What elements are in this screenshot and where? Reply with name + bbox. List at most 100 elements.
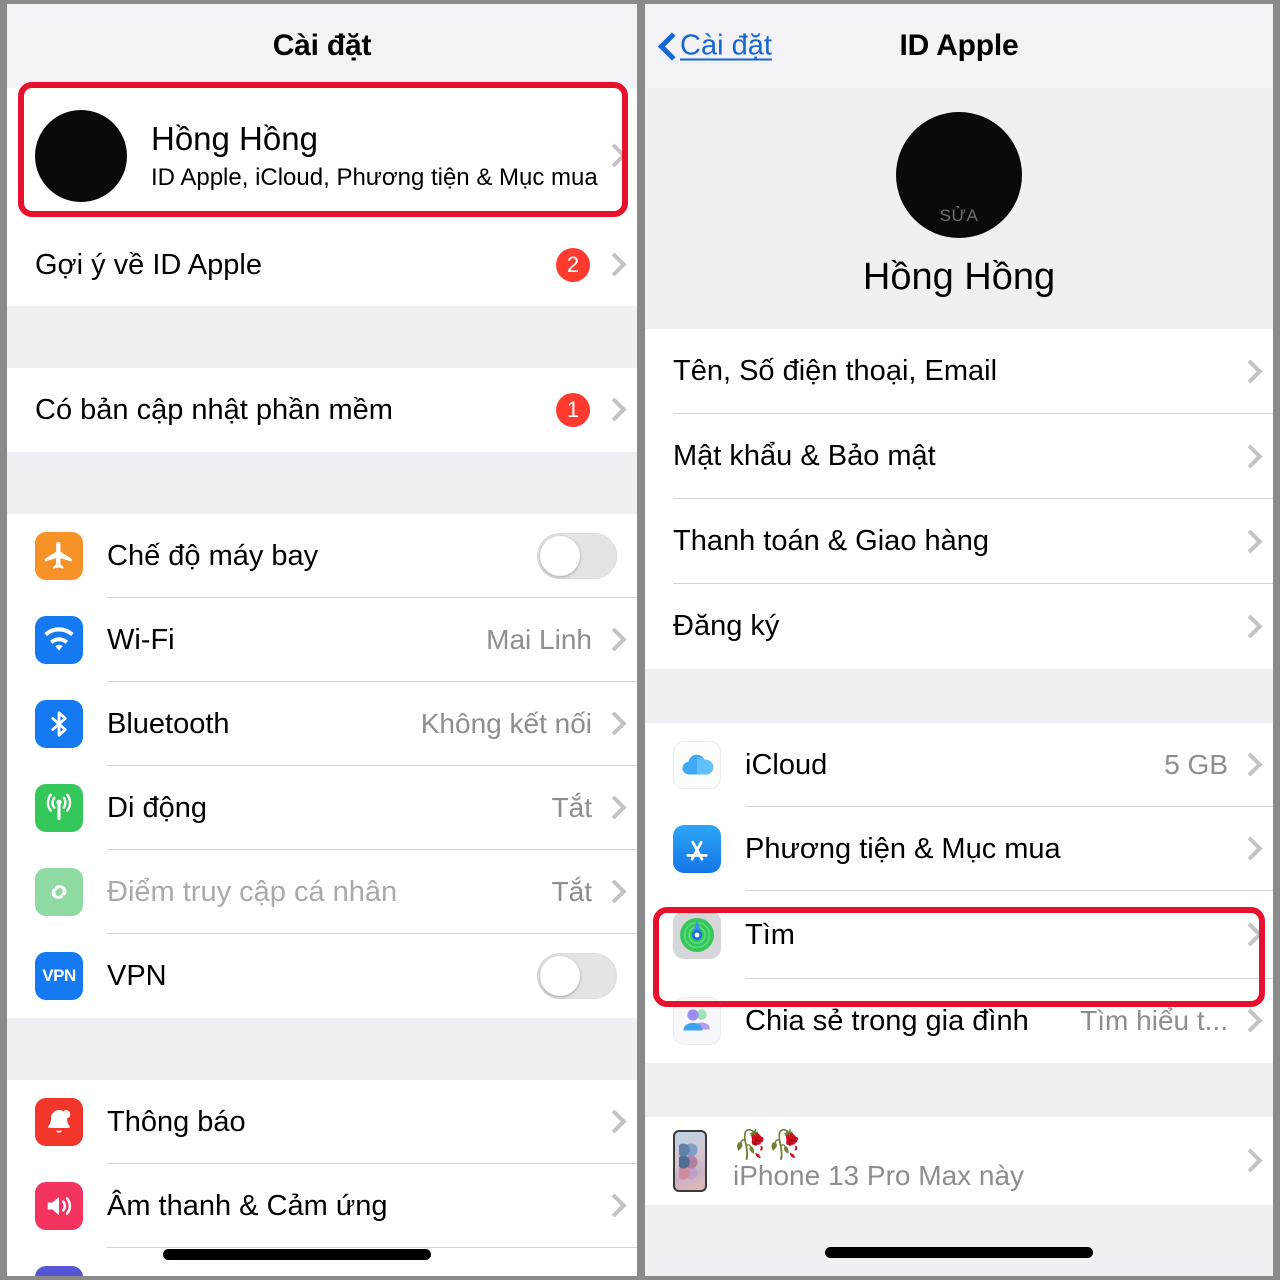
findmy-icon [673,911,721,959]
chevron-right-icon [1242,923,1255,947]
group-gap [645,1205,1273,1275]
row-label: Mật khẩu & Bảo mật [673,440,936,472]
apple-id-screen: Cài đặt ID Apple SỬA Hồng Hồng Tên, Số đ… [645,0,1280,1280]
account-text: Hồng Hồng ID Apple, iCloud, Phương tiện … [151,120,604,192]
sidebar-item-family-sharing[interactable]: Chia sẻ trong gia đình Tìm hiểu t... [645,979,1273,1063]
sidebar-item-notifications[interactable]: Thông báo [7,1080,637,1164]
row-value: Mai Linh [486,624,592,655]
row-label: VPN [107,959,167,992]
row-label: Âm thanh & Cảm ứng [107,1189,388,1222]
icloud-icon [673,741,721,789]
devices-group: 🥀🥀 iPhone 13 Pro Max này [645,1117,1273,1205]
row-label: Tên, Số điện thoại, Email [673,355,998,387]
chevron-right-icon [606,1194,619,1218]
row-label: Phương tiện & Mục mua [745,832,1061,865]
sidebar-item-software-update[interactable]: Có bản cập nhật phần mềm 1 [7,368,637,452]
settings-screen: Cài đặt Hồng Hồng ID Apple, iCloud, Phươ… [0,0,637,1280]
chevron-right-icon [606,880,619,904]
sidebar-item-bluetooth[interactable]: Bluetooth Không kết nối [7,682,637,766]
connectivity-group: Chế độ máy bay Wi-Fi Mai Linh Bluetooth … [7,514,637,1018]
sidebar-item-vpn[interactable]: VPN VPN [7,934,637,1018]
row-label: Tập trung [107,1274,604,1277]
apple-id-scroll-view[interactable]: Cài đặt ID Apple SỬA Hồng Hồng Tên, Số đ… [645,4,1273,1276]
row-value: Tắt [551,792,592,823]
chevron-right-icon [1242,1149,1255,1173]
row-label: Có bản cập nhật phần mềm [35,393,393,426]
bell-icon [35,1098,83,1146]
status-badge: 1 [556,393,590,427]
sidebar-item-apple-id-suggestions[interactable]: Gợi ý về ID Apple 2 [7,224,637,306]
back-button-label: Cài đặt [680,29,772,62]
row-label: Thông báo [107,1105,246,1138]
wifi-icon [35,616,83,664]
appstore-icon [673,825,721,873]
sidebar-item-media-purchases[interactable]: Phương tiện & Mục mua [645,807,1273,891]
row-label: Chế độ máy bay [107,539,319,572]
sidebar-item-name-phone-email[interactable]: Tên, Số điện thoại, Email [645,329,1273,414]
row-label: Di động [107,791,207,824]
row-label: Wi-Fi [107,623,175,656]
group-gap [645,669,1273,723]
settings-navbar: Cài đặt [7,4,637,88]
sidebar-item-find-my[interactable]: Tìm [645,891,1273,979]
row-value: Không kết nối [420,708,592,739]
status-badge: 2 [556,248,590,282]
sidebar-item-wifi[interactable]: Wi-Fi Mai Linh [7,598,637,682]
sidebar-item-subscriptions[interactable]: Đăng ký [645,584,1273,669]
chevron-right-icon [606,712,619,736]
chevron-right-icon [606,796,619,820]
sidebar-item-payment-shipping[interactable]: Thanh toán & Giao hàng [645,499,1273,584]
list-item-device[interactable]: 🥀🥀 iPhone 13 Pro Max này [645,1117,1273,1205]
device-emoji: 🥀🥀 [733,1129,803,1161]
chevron-left-icon [659,32,676,60]
avatar-edit-label[interactable]: SỬA [940,206,979,226]
sidebar-item-password-security[interactable]: Mật khẩu & Bảo mật [645,414,1273,499]
family-icon [673,997,721,1045]
chevron-right-icon [1242,837,1255,861]
row-label: Điểm truy cập cá nhân [107,875,398,908]
avatar [35,110,127,202]
account-details-group: Tên, Số điện thoại, Email Mật khẩu & Bảo… [645,329,1273,669]
speaker-icon [35,1182,83,1230]
sidebar-item-airplane-mode[interactable]: Chế độ máy bay [7,514,637,598]
account-subtitle: ID Apple, iCloud, Phương tiện & Mục mua [151,164,598,191]
row-label: Chia sẻ trong gia đình [745,1004,1029,1037]
row-label: iCloud [745,748,828,781]
home-indicator [825,1247,1093,1258]
chevron-right-icon [606,253,619,277]
screenshot-stage: Cài đặt Hồng Hồng ID Apple, iCloud, Phươ… [0,0,1280,1280]
back-button[interactable]: Cài đặt [659,30,772,63]
panel-divider [637,0,645,1280]
airplane-mode-toggle[interactable] [537,533,617,579]
row-label: Bluetooth [107,707,230,740]
cellular-icon [35,784,83,832]
row-label: Thanh toán & Giao hàng [673,525,990,557]
hotspot-icon [35,868,83,916]
avatar[interactable]: SỬA [896,112,1022,238]
chevron-right-icon [606,1110,619,1134]
airplane-icon [35,532,83,580]
chevron-right-icon [606,144,619,168]
sidebar-item-icloud[interactable]: iCloud 5 GB [645,723,1273,807]
row-label: Gợi ý về ID Apple [35,248,262,281]
vpn-toggle[interactable] [537,953,617,999]
chevron-right-icon [606,398,619,422]
page-title: ID Apple [899,29,1019,62]
sidebar-item-sounds-haptics[interactable]: Âm thanh & Cảm ứng [7,1164,637,1248]
chevron-right-icon [1242,530,1255,554]
group-gap [7,452,637,514]
account-name: Hồng Hồng [151,120,318,157]
sidebar-item-personal-hotspot[interactable]: Điểm truy cập cá nhân Tắt [7,850,637,934]
chevron-right-icon [1242,445,1255,469]
chevron-right-icon [1242,360,1255,384]
page-title: Cài đặt [272,29,372,62]
row-value: Tìm hiểu t... [1080,1005,1228,1036]
row-label: Tìm [745,918,795,951]
row-value: Tắt [551,876,592,907]
row-value: 5 GB [1164,749,1228,780]
account-row[interactable]: Hồng Hồng ID Apple, iCloud, Phương tiện … [7,88,637,224]
row-label: Đăng ký [673,610,780,642]
sidebar-item-cellular[interactable]: Di động Tắt [7,766,637,850]
profile-header: SỬA Hồng Hồng [645,88,1273,329]
settings-scroll-view[interactable]: Cài đặt Hồng Hồng ID Apple, iCloud, Phươ… [7,4,637,1276]
